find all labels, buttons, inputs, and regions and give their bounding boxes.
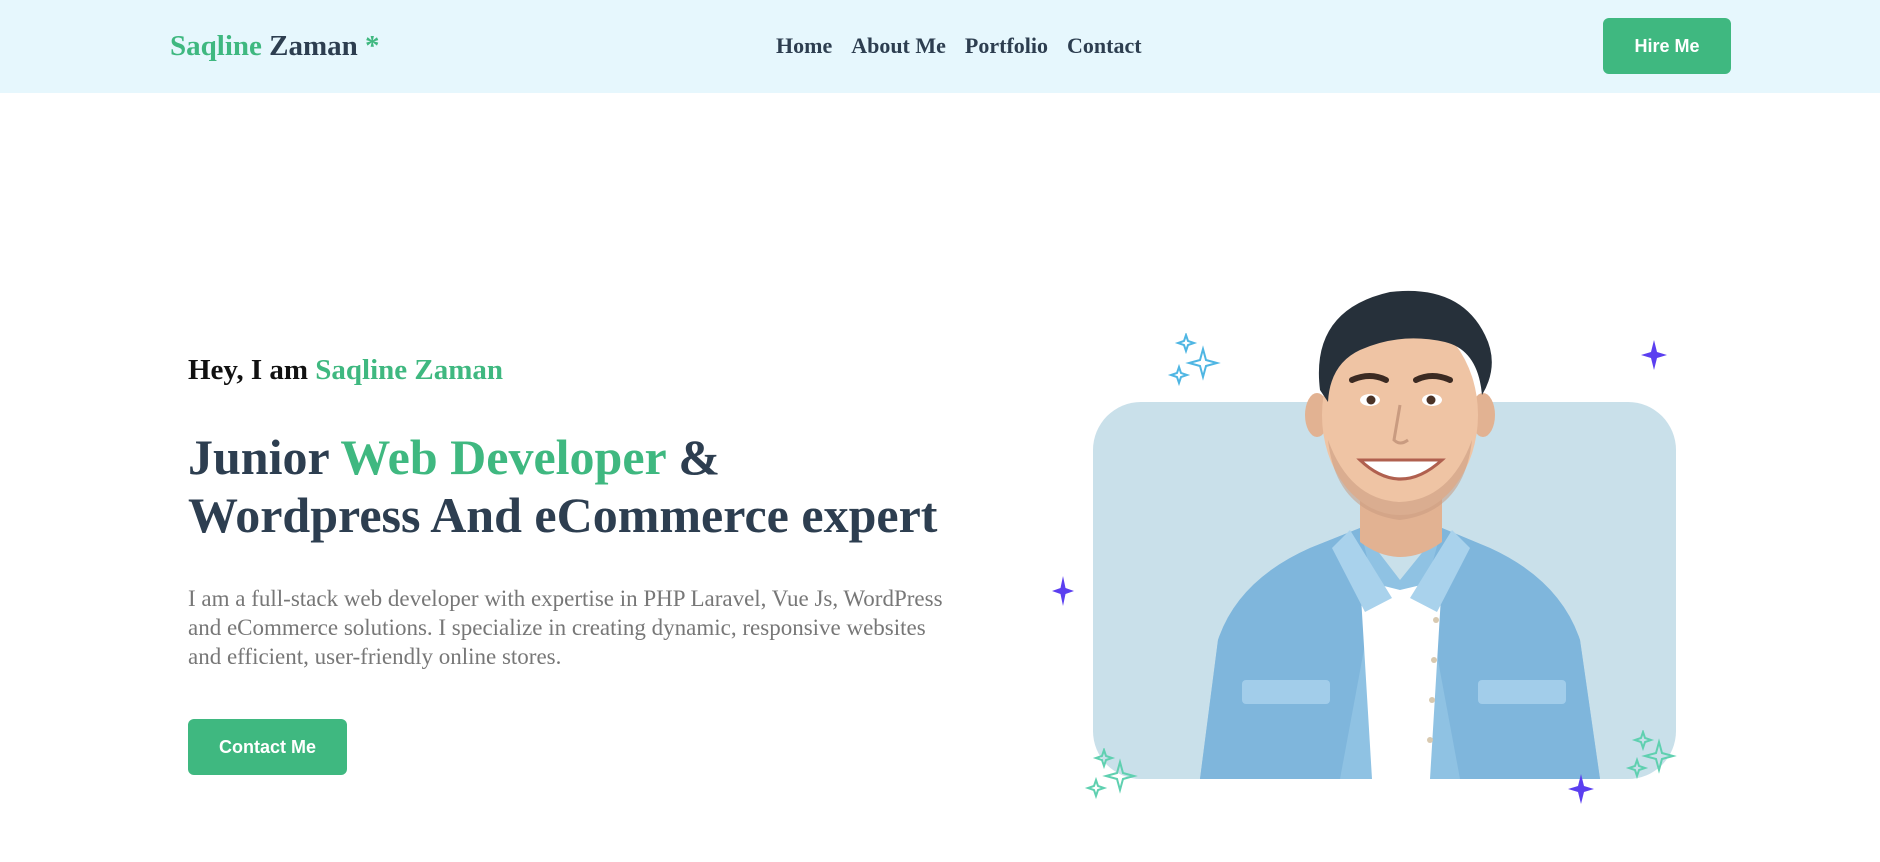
logo-asterisk: * xyxy=(365,30,380,62)
logo-first-name: Saqline xyxy=(170,30,262,62)
main-nav: Home About Me Portfolio Contact xyxy=(776,31,1142,61)
hero-greeting: Hey, I am Saqline Zaman xyxy=(188,352,503,388)
four-point-star-icon xyxy=(1052,576,1074,606)
nav-portfolio[interactable]: Portfolio xyxy=(965,31,1048,61)
hire-me-button[interactable]: Hire Me xyxy=(1603,18,1731,74)
sparkle-outline-icon xyxy=(1625,730,1677,780)
nav-home[interactable]: Home xyxy=(776,31,832,61)
site-header: Saqline Zaman * Home About Me Portfolio … xyxy=(0,0,1880,93)
headline-part2: & xyxy=(678,429,720,485)
four-point-star-icon xyxy=(1641,340,1667,370)
greeting-prefix: Hey, I am xyxy=(188,354,309,386)
headline-line2: Wordpress And eCommerce expert xyxy=(188,487,938,543)
headline-accent: Web Developer xyxy=(340,429,666,485)
contact-me-button[interactable]: Contact Me xyxy=(188,719,347,775)
hero-headline: Junior Web Developer & Wordpress And eCo… xyxy=(188,428,988,544)
sparkle-outline-icon xyxy=(1084,748,1138,800)
nav-contact[interactable]: Contact xyxy=(1067,31,1142,61)
four-point-star-icon xyxy=(1568,774,1594,804)
sparkle-outline-icon xyxy=(1167,333,1221,387)
profile-photo xyxy=(1160,280,1640,779)
greeting-name: Saqline Zaman xyxy=(315,354,504,386)
hero-description: I am a full-stack web developer with exp… xyxy=(188,586,943,669)
headline-part1: Junior xyxy=(188,429,329,485)
logo-last-name: Zaman xyxy=(269,30,358,62)
nav-about-me[interactable]: About Me xyxy=(851,31,946,61)
site-logo[interactable]: Saqline Zaman * xyxy=(170,28,380,64)
